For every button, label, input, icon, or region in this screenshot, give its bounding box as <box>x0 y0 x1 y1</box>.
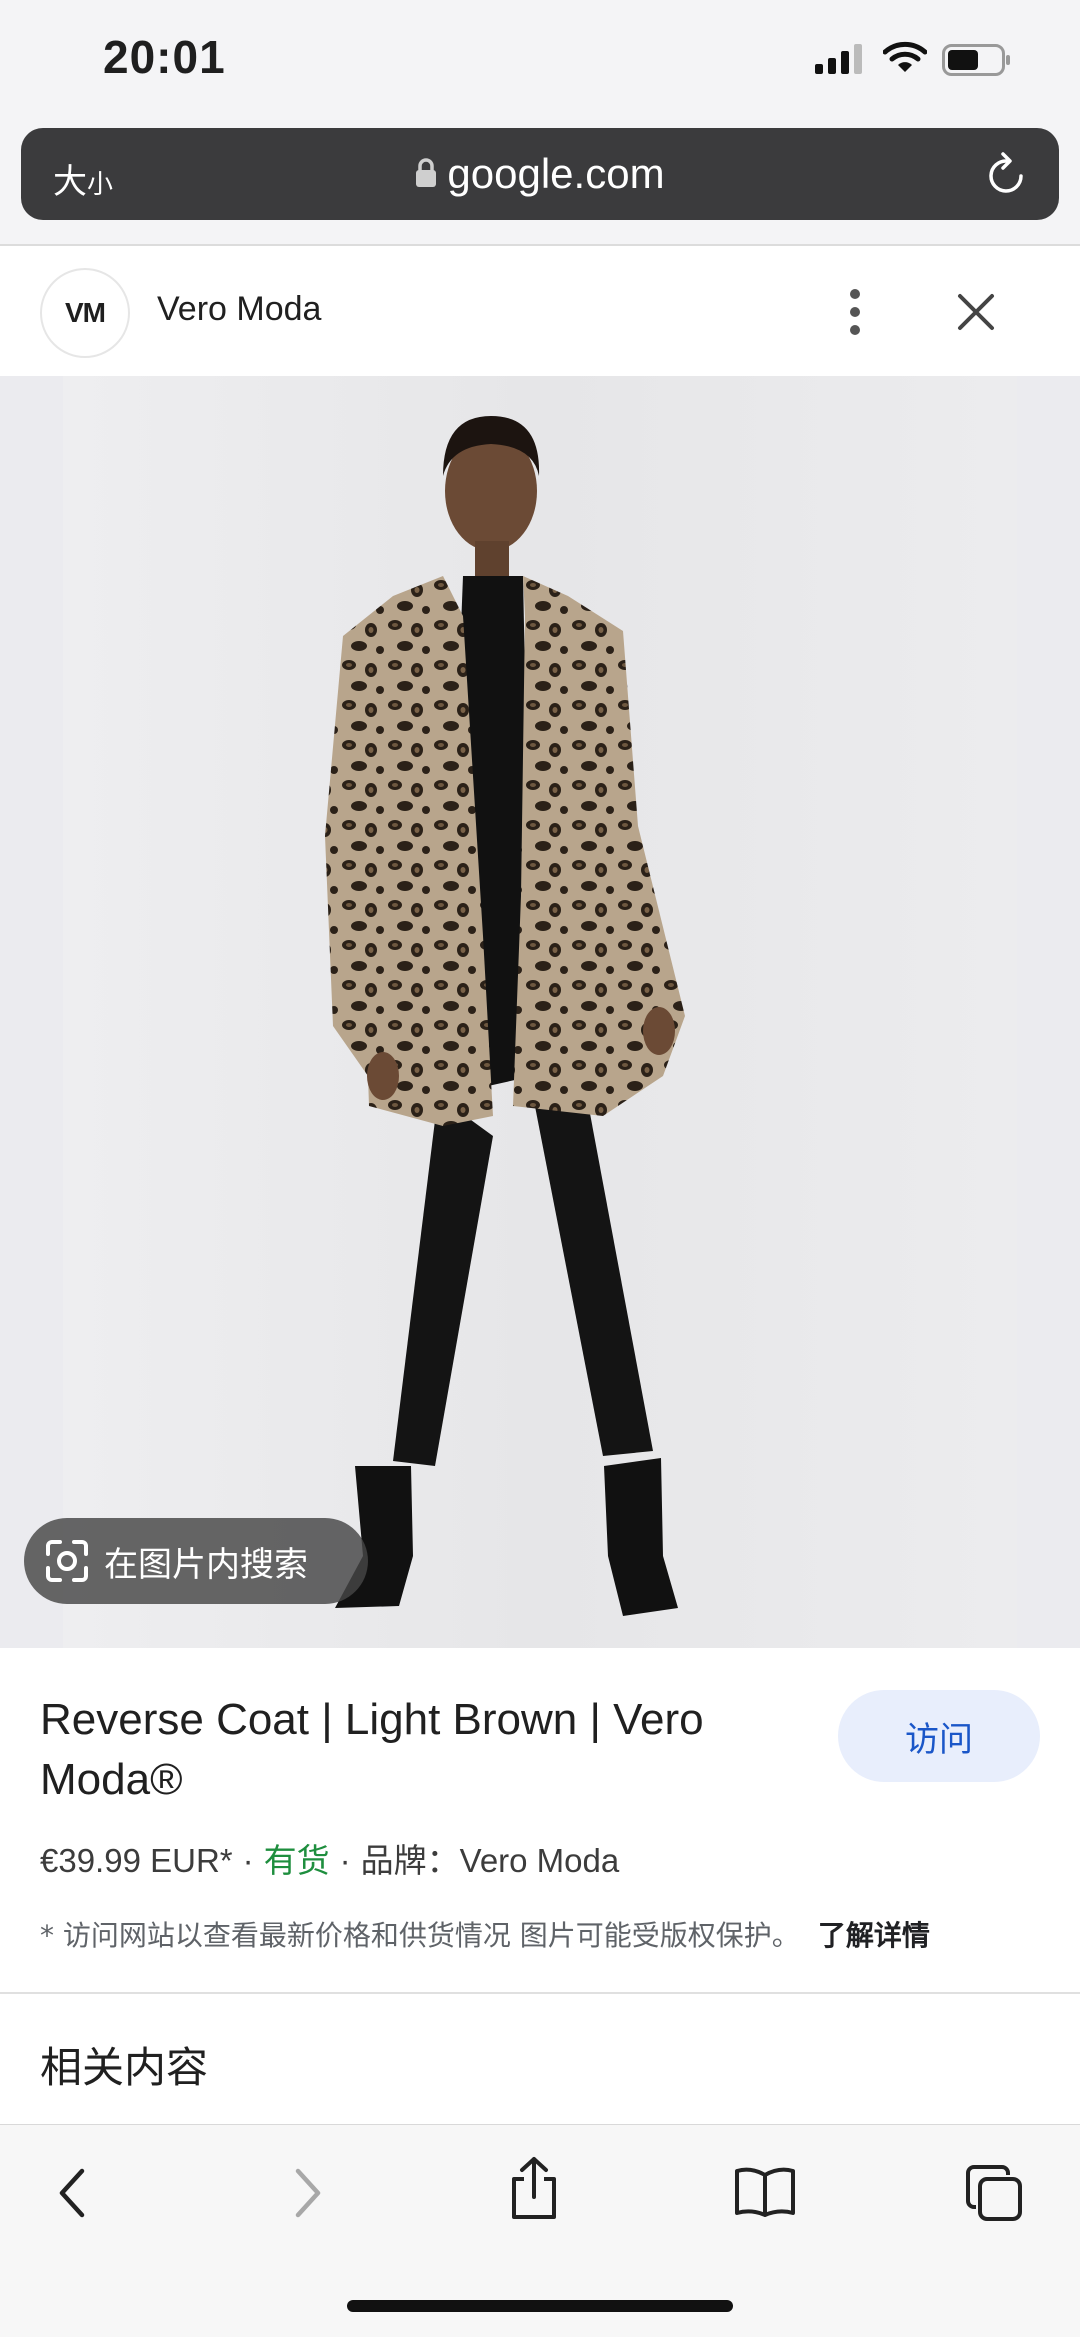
learn-more-link[interactable]: 了解详情 <box>818 1919 930 1952</box>
url-text: google.com <box>447 150 665 197</box>
tabs-icon[interactable] <box>964 2163 1024 2223</box>
product-meta: €39.99 EUR* · 有货 · 品牌：Vero Moda <box>40 1834 619 1882</box>
site-logo[interactable]: VM <box>40 268 130 358</box>
lens-icon <box>46 1540 88 1582</box>
product-price: €39.99 EUR* <box>40 1842 233 1879</box>
product-photo[interactable] <box>63 376 1017 1648</box>
model-illustration <box>325 416 685 1616</box>
product-image-area <box>0 376 1080 1648</box>
stock-status: 有货 <box>263 1842 330 1879</box>
visit-button[interactable]: 访问 <box>838 1690 1040 1782</box>
battery-icon <box>942 44 1010 76</box>
status-bar: 20:01 <box>0 0 1080 120</box>
close-icon[interactable] <box>956 292 996 332</box>
site-name[interactable]: Vero Moda <box>157 290 321 329</box>
product-panel: Reverse Coat | Light Brown | Vero Moda® … <box>0 1648 1080 1992</box>
url-field[interactable]: google.com <box>21 150 1059 198</box>
site-header: VM Vero Moda <box>0 246 1080 376</box>
product-title[interactable]: Reverse Coat | Light Brown | Vero Moda® <box>40 1690 780 1810</box>
lens-search-button[interactable]: 在图片内搜索 <box>24 1518 368 1604</box>
reload-icon[interactable] <box>985 150 1029 198</box>
price-note: * 访问网站以查看最新价格和供货情况 图片可能受版权保护。 了解详情 <box>40 1914 930 1954</box>
brand-label: 品牌： <box>360 1842 460 1879</box>
bookmarks-icon[interactable] <box>733 2165 797 2219</box>
back-icon[interactable] <box>54 2165 90 2221</box>
lens-search-label: 在图片内搜索 <box>104 1544 308 1585</box>
wifi-icon <box>883 41 927 72</box>
home-indicator[interactable] <box>347 2300 733 2312</box>
signal-icon <box>815 44 862 74</box>
related-heading: 相关内容 <box>40 2043 209 2092</box>
more-icon[interactable] <box>845 288 865 336</box>
forward-icon[interactable] <box>290 2165 326 2221</box>
separator: · <box>339 1842 351 1879</box>
related-section: 相关内容 <box>0 1994 1080 2124</box>
price-note-text: * 访问网站以查看最新价格和供货情况 图片可能受版权保护。 <box>40 1919 800 1952</box>
address-bar[interactable]: 大小 google.com <box>21 128 1059 220</box>
brand-value: Vero Moda <box>459 1842 620 1879</box>
separator: · <box>242 1842 254 1879</box>
lock-icon <box>416 158 437 187</box>
status-time: 20:01 <box>103 31 226 83</box>
share-icon[interactable] <box>506 2155 562 2221</box>
